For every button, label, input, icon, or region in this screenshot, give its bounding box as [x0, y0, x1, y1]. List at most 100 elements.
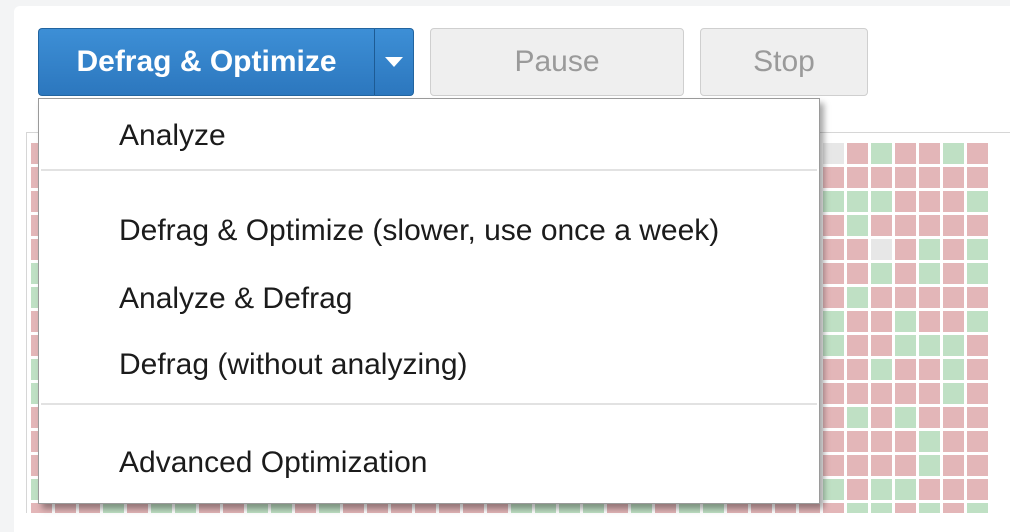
cluster-block — [967, 407, 988, 428]
cluster-block — [127, 503, 148, 513]
cluster-block — [487, 503, 508, 513]
cluster-block — [823, 167, 844, 188]
cluster-block — [967, 311, 988, 332]
cluster-block — [847, 287, 868, 308]
cluster-block — [559, 503, 580, 513]
cluster-block — [847, 359, 868, 380]
cluster-block — [847, 335, 868, 356]
cluster-block — [847, 455, 868, 476]
cluster-block — [679, 503, 700, 513]
cluster-block — [103, 503, 124, 513]
cluster-block — [967, 335, 988, 356]
cluster-block — [871, 287, 892, 308]
cluster-block — [247, 503, 268, 513]
cluster-block — [583, 503, 604, 513]
menu-item-analyze[interactable]: Analyze — [119, 119, 226, 153]
cluster-block — [799, 503, 820, 513]
cluster-block — [943, 143, 964, 164]
cluster-block — [823, 143, 844, 164]
cluster-block — [871, 191, 892, 212]
cluster-block — [607, 503, 628, 513]
cluster-block — [919, 479, 940, 500]
cluster-block — [943, 311, 964, 332]
cluster-block — [943, 383, 964, 404]
cluster-block — [871, 311, 892, 332]
cluster-block — [847, 311, 868, 332]
menu-item-defrag-without-analyzing[interactable]: Defrag (without analyzing) — [119, 348, 468, 382]
cluster-block — [919, 191, 940, 212]
cluster-block — [847, 239, 868, 260]
cluster-block — [367, 503, 388, 513]
cluster-block — [511, 503, 532, 513]
cluster-block — [895, 239, 916, 260]
cluster-block — [823, 287, 844, 308]
cluster-block — [823, 455, 844, 476]
chevron-down-icon — [385, 57, 403, 67]
pause-button[interactable]: Pause — [430, 28, 684, 96]
cluster-block — [847, 191, 868, 212]
cluster-block — [967, 167, 988, 188]
cluster-block — [847, 263, 868, 284]
cluster-block — [967, 479, 988, 500]
cluster-block — [175, 503, 196, 513]
cluster-block — [391, 503, 412, 513]
cluster-block — [967, 503, 988, 513]
cluster-block — [943, 263, 964, 284]
cluster-block — [823, 383, 844, 404]
cluster-block — [871, 143, 892, 164]
cluster-block — [55, 503, 76, 513]
cluster-block — [871, 167, 892, 188]
cluster-block — [79, 503, 100, 513]
cluster-block — [943, 431, 964, 452]
cluster-block — [871, 335, 892, 356]
cluster-block — [919, 239, 940, 260]
cluster-block — [943, 215, 964, 236]
cluster-block — [919, 431, 940, 452]
stop-button[interactable]: Stop — [700, 28, 868, 96]
cluster-block — [919, 263, 940, 284]
cluster-block — [823, 431, 844, 452]
cluster-block — [703, 503, 724, 513]
cluster-block — [895, 215, 916, 236]
cluster-block — [895, 263, 916, 284]
cluster-block — [943, 239, 964, 260]
cluster-block — [823, 359, 844, 380]
cluster-block — [943, 191, 964, 212]
menu-item-analyze-defrag[interactable]: Analyze & Defrag — [119, 282, 352, 316]
cluster-block — [295, 503, 316, 513]
cluster-block — [415, 503, 436, 513]
cluster-block — [223, 503, 244, 513]
cluster-block — [967, 431, 988, 452]
menu-item-defrag-optimize[interactable]: Defrag & Optimize (slower, use once a we… — [119, 214, 719, 248]
cluster-block — [871, 215, 892, 236]
cluster-block — [823, 407, 844, 428]
cluster-block — [871, 383, 892, 404]
menu-item-advanced-optimization[interactable]: Advanced Optimization — [119, 446, 428, 480]
cluster-block — [967, 359, 988, 380]
defrag-optimize-button[interactable]: Defrag & Optimize — [38, 28, 374, 96]
cluster-block — [823, 215, 844, 236]
cluster-block — [919, 287, 940, 308]
cluster-block — [847, 383, 868, 404]
cluster-block — [847, 143, 868, 164]
cluster-block — [967, 143, 988, 164]
cluster-block — [919, 311, 940, 332]
cluster-block — [871, 455, 892, 476]
cluster-block — [895, 287, 916, 308]
cluster-block — [895, 359, 916, 380]
cluster-block — [895, 431, 916, 452]
cluster-block — [319, 503, 340, 513]
cluster-block — [967, 455, 988, 476]
cluster-block — [919, 143, 940, 164]
cluster-block — [967, 239, 988, 260]
cluster-block — [919, 359, 940, 380]
cluster-block — [847, 167, 868, 188]
cluster-block — [895, 503, 916, 513]
cluster-block — [823, 191, 844, 212]
cluster-block — [895, 407, 916, 428]
cluster-block — [199, 503, 220, 513]
cluster-block — [919, 335, 940, 356]
cluster-block — [271, 503, 292, 513]
cluster-block — [31, 503, 52, 513]
defrag-options-dropdown-button[interactable] — [374, 28, 414, 96]
